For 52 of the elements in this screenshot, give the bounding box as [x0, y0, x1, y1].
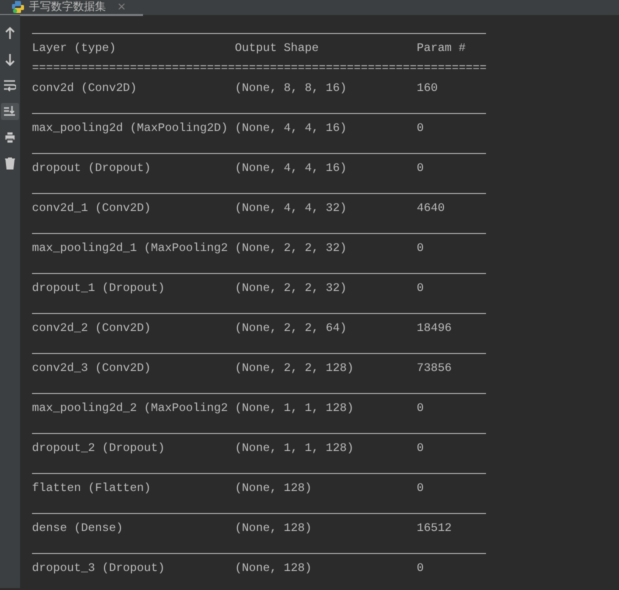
output-dims-text: (None, 4, 4, 16) — [234, 161, 347, 175]
layer-name: dense (Dense) — [32, 520, 124, 537]
scroll-to-end-icon — [4, 105, 16, 118]
down-arrow-icon — [4, 53, 16, 66]
output-dims-text: (None, 128) — [234, 481, 312, 495]
layer-name: conv2d_2 (Conv2D) — [32, 320, 152, 337]
scroll-to-end-button[interactable] — [1, 103, 19, 120]
layer-name: max_pooling2d_1 (MaxPooling2 — [32, 240, 229, 257]
param-count: 0 — [416, 440, 425, 457]
up-arrow-icon — [4, 27, 16, 40]
output-dims-text: (None, 1, 1, 128) — [234, 401, 354, 415]
param-count: 0 — [416, 120, 425, 137]
output-dims-text: (None, 128) — [234, 521, 312, 535]
param-count: 0 — [416, 160, 425, 177]
param-count: 18496 — [416, 320, 453, 337]
param-count: 4640 — [416, 200, 446, 217]
param-count: 0 — [416, 560, 425, 577]
soft-wrap-icon — [4, 79, 16, 92]
layer-name: max_pooling2d_2 (MaxPooling2 — [32, 400, 229, 417]
param-count: 16512 — [416, 520, 453, 537]
layer-name: conv2d_1 (Conv2D) — [32, 200, 152, 217]
layer-name: dropout (Dropout) — [32, 160, 152, 177]
output-dims-text: (None, 2, 2, 64) — [234, 321, 347, 335]
param-count: 160 — [416, 80, 439, 97]
output-dims-text: (None, 8, 8, 16) — [234, 81, 347, 95]
output-dims-text: (None, 4, 4, 32) — [234, 201, 347, 215]
layer-name: flatten (Flatten) — [32, 480, 152, 497]
column-header: Param # — [416, 40, 467, 57]
output-dims-text: (None, 4, 4, 16) — [234, 121, 347, 135]
layer-name: dropout_1 (Dropout) — [32, 280, 166, 297]
output-dims-text: (None, 2, 2, 32) — [234, 281, 347, 295]
param-count: 0 — [416, 480, 425, 497]
output-dims-text: (None, 2, 2, 32) — [234, 241, 347, 255]
layer-name: dropout_2 (Dropout) — [32, 440, 166, 457]
tab-title: 手写数字数据集 — [29, 0, 106, 13]
layer-name: dropout_3 (Dropout) — [32, 560, 166, 577]
output-dims-text: (None, 2, 2, 128) — [234, 361, 354, 375]
param-count: 73856 — [416, 360, 453, 377]
trash-icon — [4, 157, 16, 170]
column-header: Layer (type) — [32, 40, 117, 57]
layer-name: conv2d (Conv2D) — [32, 80, 138, 97]
column-header: Output Shape — [234, 40, 320, 57]
output-dims-text: (None, 1, 1, 128) — [234, 441, 354, 455]
layer-name: max_pooling2d (MaxPooling2D) — [32, 120, 229, 137]
param-count: 0 — [416, 280, 425, 297]
param-count: 0 — [416, 400, 425, 417]
double-rule-text: ================================================================= — [32, 60, 487, 77]
output-dims-text: (None, 128) — [234, 561, 312, 575]
python-file-icon — [12, 0, 24, 12]
printer-icon — [4, 131, 16, 144]
layer-name: conv2d_3 (Conv2D) — [32, 360, 152, 377]
param-count: 0 — [416, 240, 425, 257]
